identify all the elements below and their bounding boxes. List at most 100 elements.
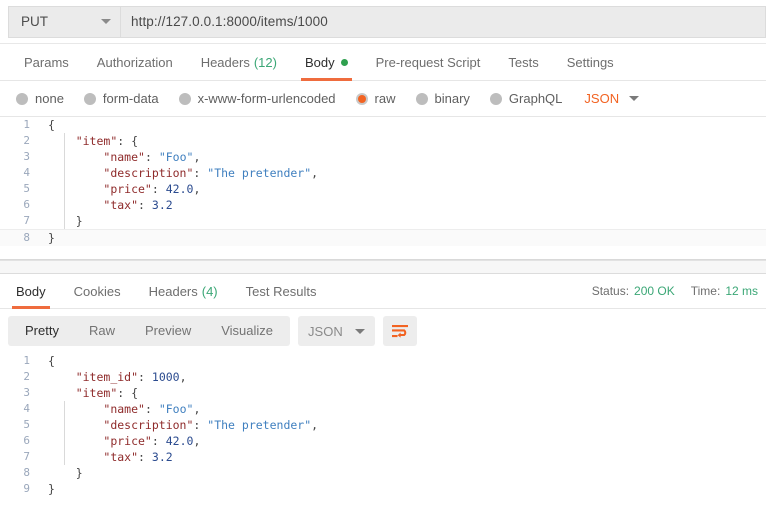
request-tab-body[interactable]: Body — [291, 44, 362, 80]
code-line: 2 "item_id": 1000, — [0, 369, 766, 385]
chevron-down-icon — [629, 96, 639, 101]
code-text: } — [42, 230, 766, 246]
radio-icon — [416, 93, 428, 105]
http-method-select[interactable]: PUT — [8, 6, 120, 38]
response-tab-body[interactable]: Body — [2, 274, 60, 308]
code-text: } — [42, 213, 766, 229]
code-line: 7 } — [0, 213, 766, 229]
body-type-radio-x-www-form-urlencoded[interactable]: x-www-form-urlencoded — [179, 91, 336, 106]
tab-label: Authorization — [97, 55, 173, 70]
request-tab-headers[interactable]: Headers (12) — [187, 44, 291, 80]
pane-splitter[interactable] — [0, 260, 766, 274]
code-text: "item": { — [42, 385, 766, 401]
tab-label: Headers — [201, 55, 250, 70]
line-number: 3 — [0, 385, 42, 401]
request-tab-bar: Params Authorization Headers (12) Body Pre-re… — [0, 44, 766, 81]
response-tab-bar: Body Cookies Headers(4)Test Results Status… — [0, 274, 766, 309]
response-body-editor[interactable]: 1{2 "item_id": 1000,3 "item": {4 "name":… — [0, 353, 766, 503]
tab-label: Pre-request Script — [376, 55, 481, 70]
body-type-radio-form-data[interactable]: form-data — [84, 91, 159, 106]
url-input[interactable]: http://127.0.0.1:8000/items/1000 — [120, 6, 766, 38]
line-number: 5 — [0, 417, 42, 433]
request-tab-params[interactable]: Params — [10, 44, 83, 80]
http-method-value: PUT — [21, 14, 48, 29]
line-number: 5 — [0, 181, 42, 197]
body-type-radio-raw[interactable]: raw — [356, 91, 396, 106]
code-text: "price": 42.0, — [42, 433, 766, 449]
body-type-label: GraphQL — [509, 91, 562, 106]
request-body-format-select[interactable]: JSON — [584, 91, 639, 106]
url-text: http://127.0.0.1:8000/items/1000 — [131, 14, 328, 29]
code-text: "price": 42.0, — [42, 181, 766, 197]
code-line: 4 "description": "The pretender", — [0, 165, 766, 181]
tab-count-badge: (12) — [254, 55, 277, 70]
line-number: 2 — [0, 133, 42, 149]
code-line: 3 "name": "Foo", — [0, 149, 766, 165]
line-number: 6 — [0, 197, 42, 213]
radio-icon — [179, 93, 191, 105]
response-meta: Status: 200 OK Time: 12 ms — [592, 274, 766, 308]
body-type-radio-none[interactable]: none — [16, 91, 64, 106]
code-text: "item_id": 1000, — [42, 369, 766, 385]
body-type-label: raw — [375, 91, 396, 106]
chevron-down-icon — [355, 329, 365, 334]
response-toolbar: PrettyRawPreviewVisualize JSON — [0, 309, 766, 353]
request-tab-authorization[interactable]: Authorization — [83, 44, 187, 80]
body-type-radio-binary[interactable]: binary — [416, 91, 470, 106]
tab-label: Body — [16, 284, 46, 299]
code-line: 1{ — [0, 117, 766, 133]
tab-label: Params — [24, 55, 69, 70]
response-format-value: JSON — [308, 324, 343, 339]
line-number: 9 — [0, 481, 42, 497]
radio-icon — [356, 93, 368, 105]
chevron-down-icon — [101, 19, 111, 24]
body-type-label: none — [35, 91, 64, 106]
code-line: 8 } — [0, 465, 766, 481]
line-number: 4 — [0, 401, 42, 417]
tab-label: Body — [305, 55, 335, 70]
body-type-label: form-data — [103, 91, 159, 106]
tab-label: Tests — [508, 55, 538, 70]
line-number: 8 — [0, 465, 42, 481]
code-text: } — [42, 465, 766, 481]
word-wrap-button[interactable] — [383, 316, 417, 346]
code-line: 5 "price": 42.0, — [0, 181, 766, 197]
code-line: 4 "name": "Foo", — [0, 401, 766, 417]
word-wrap-icon — [391, 324, 409, 338]
request-body-format-value: JSON — [584, 91, 619, 106]
code-text: { — [42, 117, 766, 133]
response-view-visualize[interactable]: Visualize — [206, 316, 288, 346]
radio-icon — [16, 93, 28, 105]
body-present-dot-icon — [341, 59, 348, 66]
time-value: 12 ms — [725, 284, 758, 298]
response-view-mode-group: PrettyRawPreviewVisualize — [8, 316, 290, 346]
response-view-raw[interactable]: Raw — [74, 316, 130, 346]
tab-label: Cookies — [74, 284, 121, 299]
tab-label: Settings — [567, 55, 614, 70]
line-number: 2 — [0, 369, 42, 385]
code-line: 1{ — [0, 353, 766, 369]
request-body-type-row: none form-data x-www-form-urlencoded raw bin… — [0, 81, 766, 117]
status-label: Status: — [592, 284, 629, 298]
line-number: 8 — [0, 230, 42, 246]
response-format-select[interactable]: JSON — [298, 316, 375, 346]
request-tab-tests[interactable]: Tests — [494, 44, 552, 80]
code-line: 9} — [0, 481, 766, 497]
response-tab-cookies[interactable]: Cookies — [60, 274, 135, 308]
code-text: } — [42, 481, 766, 497]
time-label: Time: — [691, 284, 721, 298]
response-view-preview[interactable]: Preview — [130, 316, 206, 346]
request-body-editor[interactable]: 1{2 "item": {3 "name": "Foo",4 "descript… — [0, 117, 766, 260]
body-type-radio-graphql[interactable]: GraphQL — [490, 91, 562, 106]
body-type-label: binary — [435, 91, 470, 106]
code-text: "tax": 3.2 — [42, 449, 766, 465]
tab-count-badge: (4) — [202, 284, 218, 299]
radio-icon — [490, 93, 502, 105]
response-view-pretty[interactable]: Pretty — [10, 316, 74, 346]
request-tab-pre-request-script[interactable]: Pre-request Script — [362, 44, 495, 80]
request-tab-settings[interactable]: Settings — [553, 44, 628, 80]
response-tab-headers[interactable]: Headers(4) — [135, 274, 232, 308]
request-url-bar: PUT http://127.0.0.1:8000/items/1000 — [0, 0, 766, 44]
code-text: "name": "Foo", — [42, 149, 766, 165]
response-tab-test-results[interactable]: Test Results — [232, 274, 331, 308]
